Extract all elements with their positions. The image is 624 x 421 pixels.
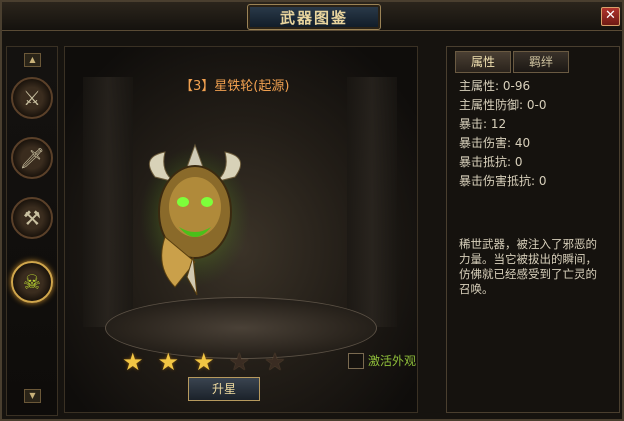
weapon-slot-3[interactable]: ⚒ (11, 197, 53, 239)
window-title: 武器图鉴 (279, 8, 348, 27)
stat-list: 主属性: 0-96 主属性防御: 0-0 暴击: 12 暴击伤害: 40 暴击抵… (459, 77, 547, 191)
weapon-slot-1[interactable]: ⚔ (11, 77, 53, 119)
weapon-description: 稀世武器，被注入了邪恶的力量。当它被拔出的瞬间，仿佛就已经感受到了亡灵的召唤。 (459, 237, 597, 296)
weapon-thumbnail-icon: 🗡 (19, 146, 45, 170)
stat-crit-damage: 暴击伤害: 40 (459, 136, 531, 150)
stat-crit: 暴击: 12 (459, 117, 507, 131)
weapon-model (140, 143, 250, 296)
weapon-codex-window: 武器图鉴 ▲ ⚔ 🗡 ⚒ ☠ ▼ 【3】星铁轮(起源) (0, 0, 624, 421)
title-plate: 武器图鉴 (247, 4, 381, 30)
star-rating: ★ ★ ★ ★ ★ (122, 350, 286, 374)
close-button[interactable] (601, 7, 620, 26)
tab-attributes[interactable]: 属性 (455, 51, 511, 73)
weapon-thumbnail-icon: ⚔ (23, 86, 41, 110)
scroll-down-button[interactable]: ▼ (24, 389, 41, 403)
scroll-up-button[interactable]: ▲ (24, 53, 41, 67)
star-icon: ★ (157, 348, 180, 376)
tab-bonds[interactable]: 羁绊 (513, 51, 569, 73)
background-pillar (347, 77, 397, 327)
star-empty-icon: ★ (228, 348, 251, 376)
weapon-thumbnail-icon: ⚒ (23, 206, 41, 230)
weapon-name: 【3】星铁轮(起源) (180, 79, 290, 94)
star-icon: ★ (193, 348, 215, 376)
upgrade-star-button[interactable]: 升星 (188, 377, 260, 401)
background-pillar (83, 77, 133, 327)
stat-main-defense: 主属性防御: 0-0 (459, 98, 547, 112)
title-bar: 武器图鉴 (2, 2, 622, 31)
weapon-list: ▲ ⚔ 🗡 ⚒ ☠ ▼ (6, 46, 58, 416)
weapon-slot-2[interactable]: 🗡 (11, 137, 53, 179)
weapon-slot-4[interactable]: ☠ (11, 261, 53, 303)
stat-main-attribute: 主属性: 0-96 (459, 79, 531, 93)
star-icon: ★ (122, 348, 144, 376)
activate-checkbox[interactable] (348, 352, 364, 369)
stat-crit-damage-resist: 暴击伤害抵抗: 0 (459, 174, 547, 188)
activate-label: 激活外观 (368, 354, 417, 368)
info-panel: 属性 羁绊 主属性: 0-96 主属性防御: 0-0 暴击: 12 暴击伤害: … (446, 46, 620, 413)
weapon-thumbnail-icon: ☠ (23, 270, 41, 294)
star-empty-icon: ★ (264, 348, 286, 376)
activate-appearance[interactable]: 激活外观 (348, 352, 416, 369)
stat-crit-resist: 暴击抵抗: 0 (459, 155, 523, 169)
